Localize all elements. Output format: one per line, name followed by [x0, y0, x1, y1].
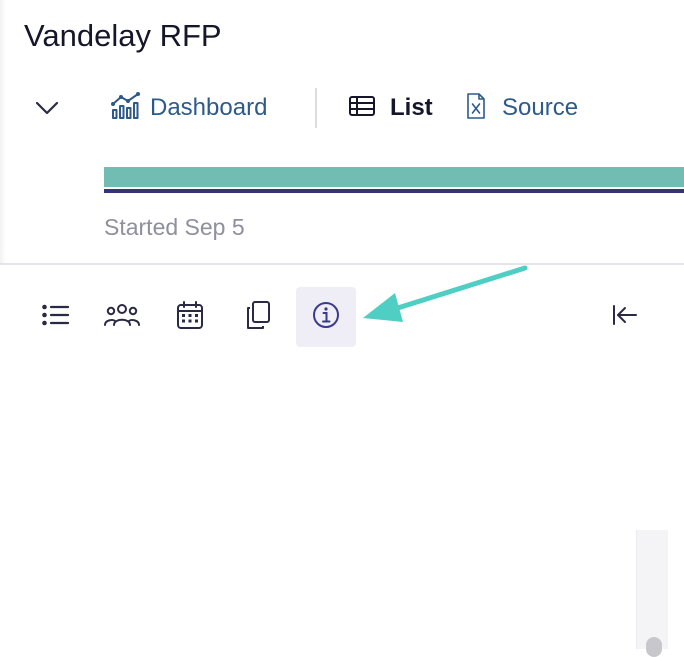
chevron-down-icon[interactable]	[34, 95, 60, 121]
progress-bar-secondary	[104, 189, 684, 193]
status-text: Started Sep 5	[104, 214, 245, 240]
list-icon	[41, 302, 71, 333]
collapse-panel-button[interactable]	[594, 287, 654, 347]
tab-list[interactable]: List	[348, 88, 433, 128]
info-icon	[311, 300, 341, 335]
table-icon	[348, 94, 376, 123]
chart-icon	[110, 91, 142, 126]
tab-source-label: Source	[502, 94, 579, 121]
copy-icon	[244, 300, 272, 335]
calendar-icon	[176, 300, 204, 335]
tab-list-label: List	[390, 94, 433, 121]
progress-bar-primary	[104, 167, 684, 187]
calendar-button[interactable]	[160, 287, 220, 347]
scrollbar-track[interactable]	[636, 530, 668, 649]
project-header: Vandelay RFP Dashboard List Source Start…	[0, 0, 684, 263]
people-icon	[103, 301, 141, 334]
annotation-arrow-icon	[363, 265, 528, 322]
people-button[interactable]	[92, 287, 152, 347]
collapse-left-icon	[610, 303, 638, 332]
excel-file-icon	[466, 92, 486, 125]
scrollbar-thumb[interactable]	[646, 637, 662, 657]
tab-dashboard-label: Dashboard	[150, 94, 268, 121]
list-button[interactable]	[26, 287, 86, 347]
info-button[interactable]	[296, 287, 356, 347]
tab-source[interactable]: Source	[466, 88, 578, 128]
project-title: Vandelay RFP	[24, 18, 222, 53]
left-edge-shadow	[0, 0, 6, 263]
tab-divider	[315, 88, 317, 128]
tab-dashboard[interactable]: Dashboard	[110, 88, 267, 128]
copy-button[interactable]	[228, 287, 288, 347]
